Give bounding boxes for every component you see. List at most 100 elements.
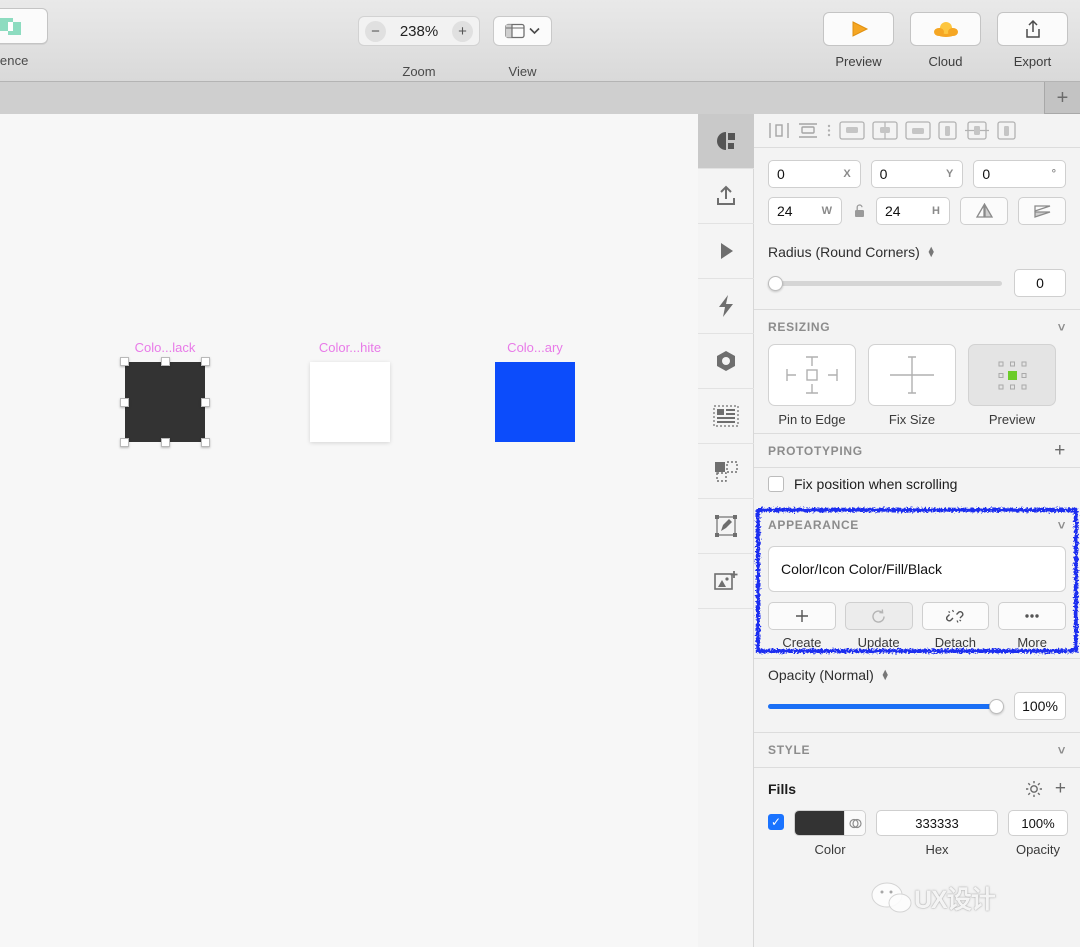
aspect-lock-toggle[interactable]	[852, 204, 866, 218]
create-button[interactable]	[768, 602, 836, 630]
document-tab[interactable]	[0, 82, 1044, 114]
new-tab-button[interactable]: +	[1044, 82, 1080, 114]
zoom-in-button[interactable]: +	[452, 20, 473, 42]
handle-middle-left[interactable]	[120, 397, 129, 407]
radius-slider-knob[interactable]	[768, 275, 783, 291]
detach-button[interactable]	[921, 602, 990, 630]
align-center-horizontal-icon[interactable]	[964, 121, 990, 140]
chevron-down-icon[interactable]: ˅	[1058, 320, 1066, 335]
pin-to-edge-option[interactable]: Pin to Edge	[768, 344, 856, 427]
rail-item-layout[interactable]	[698, 389, 754, 444]
flip-horizontal-button[interactable]	[960, 197, 1008, 225]
handle-bottom-right[interactable]	[201, 438, 210, 447]
handle-top-left[interactable]	[120, 357, 129, 366]
rail-item-pen-edit[interactable]	[698, 499, 754, 554]
x-position-input[interactable]: 0 X	[768, 160, 861, 188]
artboard-shape[interactable]	[495, 362, 575, 442]
export-tool[interactable]: Export	[997, 12, 1068, 69]
opacity-value-input[interactable]: 100%	[1014, 692, 1066, 720]
align-right-icon[interactable]	[997, 121, 1016, 140]
align-left-icon[interactable]	[938, 121, 957, 140]
artboard-shape[interactable]	[125, 362, 205, 442]
rail-item-add-image[interactable]	[698, 554, 754, 609]
resizing-section-header[interactable]: RESIZING ˅	[754, 310, 1080, 344]
artboard-label[interactable]: Color...hite	[319, 340, 381, 355]
artboard-color-black[interactable]: Colo...lack	[120, 340, 210, 447]
more-action[interactable]: More	[998, 602, 1066, 650]
fix-position-row[interactable]: Fix position when scrolling	[754, 467, 1080, 504]
add-fill-button[interactable]: +	[1055, 778, 1066, 800]
more-options-icon[interactable]	[826, 122, 832, 139]
style-section-header[interactable]: STYLE ˅	[754, 733, 1080, 767]
appearance-name-input[interactable]: Color/Icon Color/Fill/Black	[768, 546, 1066, 592]
difference-icon[interactable]	[0, 8, 48, 44]
align-center-vertical-icon[interactable]	[872, 121, 898, 140]
chevron-down-icon[interactable]: ˅	[1058, 518, 1066, 533]
rail-item-inspector[interactable]	[698, 114, 754, 169]
fill-color-swatch[interactable]	[794, 810, 866, 836]
preview-tool[interactable]: Preview	[823, 12, 894, 69]
resize-preview-option[interactable]: Preview	[968, 344, 1056, 427]
rotation-input[interactable]: 0 °	[973, 160, 1067, 188]
handle-middle-right[interactable]	[201, 397, 210, 407]
appearance-section-header[interactable]: APPEARANCE ˅	[754, 508, 1080, 542]
y-position-input[interactable]: 0 Y	[870, 160, 964, 188]
align-top-icon[interactable]	[839, 121, 865, 140]
swatch-color[interactable]	[795, 811, 844, 835]
opacity-slider-knob[interactable]	[989, 698, 1004, 714]
view-dropdown[interactable]	[493, 16, 552, 46]
radius-stepper[interactable]: ▲ ▼	[927, 245, 936, 259]
update-action[interactable]: Update	[844, 602, 913, 650]
detach-action[interactable]: Detach	[921, 602, 990, 650]
flip-vertical-button[interactable]	[1018, 197, 1066, 225]
artboard-shape[interactable]	[310, 362, 390, 442]
rail-item-components[interactable]	[698, 334, 754, 389]
difference-tool[interactable]: rence	[0, 8, 72, 68]
fill-enabled-checkbox[interactable]: ✓	[768, 814, 784, 830]
rail-item-interactions[interactable]	[698, 279, 754, 334]
pin-to-edge-button[interactable]	[768, 344, 856, 406]
prototyping-section-header[interactable]: PROTOTYPING +	[754, 433, 1080, 467]
create-action[interactable]: Create	[768, 602, 836, 650]
fill-blend-icon[interactable]	[844, 811, 865, 835]
radius-value-input[interactable]: 0	[1014, 269, 1066, 297]
opacity-slider[interactable]	[768, 698, 1004, 714]
cloud-tool[interactable]: Cloud	[910, 12, 981, 69]
add-prototype-link-button[interactable]: +	[1054, 440, 1066, 462]
gear-icon[interactable]	[1025, 780, 1043, 798]
distribute-horizontal-icon[interactable]	[768, 122, 790, 139]
handle-bottom-center[interactable]	[160, 438, 170, 447]
artboard-color-primary[interactable]: Colo...ary	[495, 340, 575, 442]
width-input[interactable]: 24 W	[768, 197, 842, 225]
fill-opacity-input[interactable]: 100%	[1008, 810, 1068, 836]
height-input[interactable]: 24 H	[876, 197, 950, 225]
handle-bottom-left[interactable]	[120, 438, 129, 447]
fix-size-option[interactable]: Fix Size	[868, 344, 956, 427]
align-bottom-icon[interactable]	[905, 121, 931, 140]
artboard-label[interactable]: Colo...lack	[135, 340, 196, 355]
update-button[interactable]	[844, 602, 913, 630]
distribute-vertical-icon[interactable]	[797, 122, 819, 139]
rail-item-symbols[interactable]	[698, 444, 754, 499]
artboard-color-white[interactable]: Color...hite	[310, 340, 390, 442]
fill-hex-input[interactable]: 333333	[876, 810, 998, 836]
canvas-area[interactable]: Colo...lack Color...hite Colo...ary	[0, 114, 698, 947]
handle-top-center[interactable]	[160, 357, 170, 366]
fix-position-checkbox[interactable]	[768, 476, 784, 492]
preview-button[interactable]	[823, 12, 894, 46]
radius-slider[interactable]	[768, 275, 1002, 291]
rail-item-prototype[interactable]	[698, 224, 754, 279]
handle-top-right[interactable]	[201, 357, 210, 366]
more-button[interactable]	[998, 602, 1066, 630]
fix-size-button[interactable]	[868, 344, 956, 406]
artboard-label[interactable]: Colo...ary	[507, 340, 563, 355]
cloud-button[interactable]	[910, 12, 981, 46]
opacity-blend-stepper[interactable]: ▲ ▼	[881, 668, 890, 682]
zoom-out-button[interactable]: −	[365, 20, 386, 42]
rail-item-export[interactable]	[698, 169, 754, 224]
zoom-value[interactable]: 238%	[400, 23, 438, 40]
chevron-down-icon[interactable]: ˅	[1058, 743, 1066, 758]
zoom-control[interactable]: − 238% +	[358, 16, 480, 46]
resize-preview-button[interactable]	[968, 344, 1056, 406]
export-button[interactable]	[997, 12, 1068, 46]
